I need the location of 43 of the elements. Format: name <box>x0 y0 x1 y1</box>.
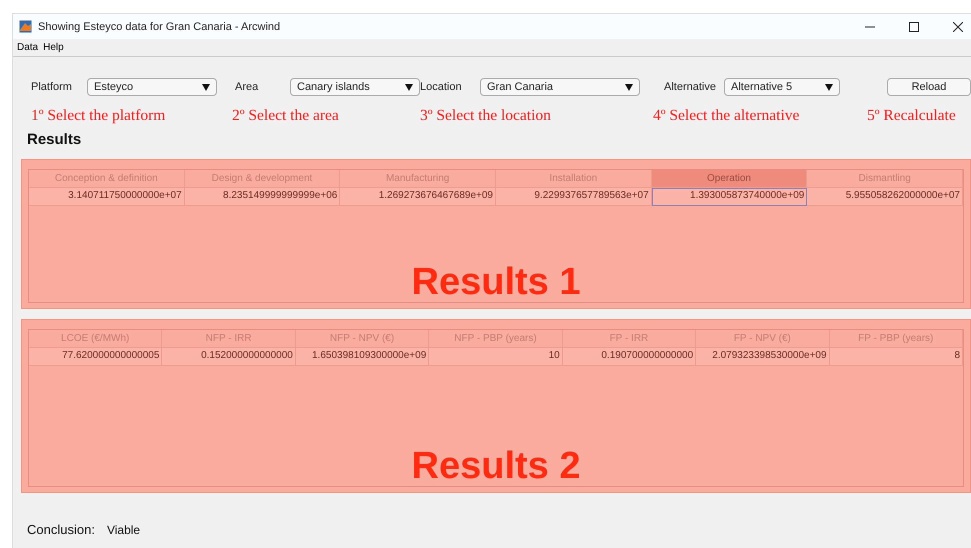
table-cell: 77.620000000000005 <box>29 348 162 366</box>
field-label: Platform <box>31 81 73 93</box>
table-cell: 1.269273676467689e+09 <box>340 188 496 206</box>
maximize-icon[interactable] <box>909 22 919 32</box>
section-title: Results <box>26 130 82 149</box>
table-cell: 1.650398109300000e+09 <box>296 348 430 366</box>
instruction-text: 2º Select the area <box>232 107 340 125</box>
conclusion-value: Viable <box>106 523 140 537</box>
dropdown[interactable]: Esteyco <box>87 78 217 96</box>
table-cell: 10 <box>429 348 563 366</box>
caret-icon <box>825 84 833 90</box>
table-cell: 1.393005873740000e+09 <box>652 188 808 206</box>
menu-item[interactable]: Data <box>17 42 38 53</box>
table-cell: 3.140711750000000e+07 <box>29 188 185 206</box>
menu-item[interactable]: Help <box>43 42 64 53</box>
app-logo-icon <box>19 20 32 33</box>
table-cell: 8.235149999999999e+06 <box>184 188 340 206</box>
field-label: Area <box>235 81 260 93</box>
table-cell: 0.152000000000000 <box>162 348 296 366</box>
field-label: Alternative <box>664 81 714 93</box>
conclusion-label: Conclusion: <box>27 522 95 537</box>
window-title: Showing Esteyco data for Gran Canaria - Arcwind <box>38 20 282 32</box>
column-header[interactable]: Operation <box>652 170 808 188</box>
overlay-label: Results 2 <box>410 445 582 488</box>
caret-icon <box>625 84 633 90</box>
table-cell: 2.079323398530000e+09 <box>696 348 830 366</box>
caret-icon <box>405 84 413 90</box>
instruction-text: 4º Select the alternative <box>653 107 800 125</box>
table-cell: 5.955058262000000e+07 <box>807 188 963 206</box>
overlay-label: Results 1 <box>410 261 582 304</box>
table-cell: 9.229937657789563e+07 <box>496 188 652 206</box>
reload-button[interactable]: Reload <box>887 78 971 96</box>
table-cell: 8 <box>830 348 963 366</box>
field-label: Location <box>420 81 463 93</box>
dropdown[interactable]: Gran Canaria <box>480 78 640 96</box>
instruction-text: 1º Select the platform <box>31 107 166 125</box>
dropdown[interactable]: Canary islands <box>290 78 420 96</box>
table-cell: 0.190700000000000 <box>562 348 696 366</box>
dropdown[interactable]: Alternative 5 <box>724 78 840 96</box>
close-icon[interactable] <box>953 22 963 32</box>
instruction-text: 3º Select the location <box>420 107 552 125</box>
instruction-text: 5º Recalculate <box>867 107 956 125</box>
caret-icon <box>202 84 210 90</box>
